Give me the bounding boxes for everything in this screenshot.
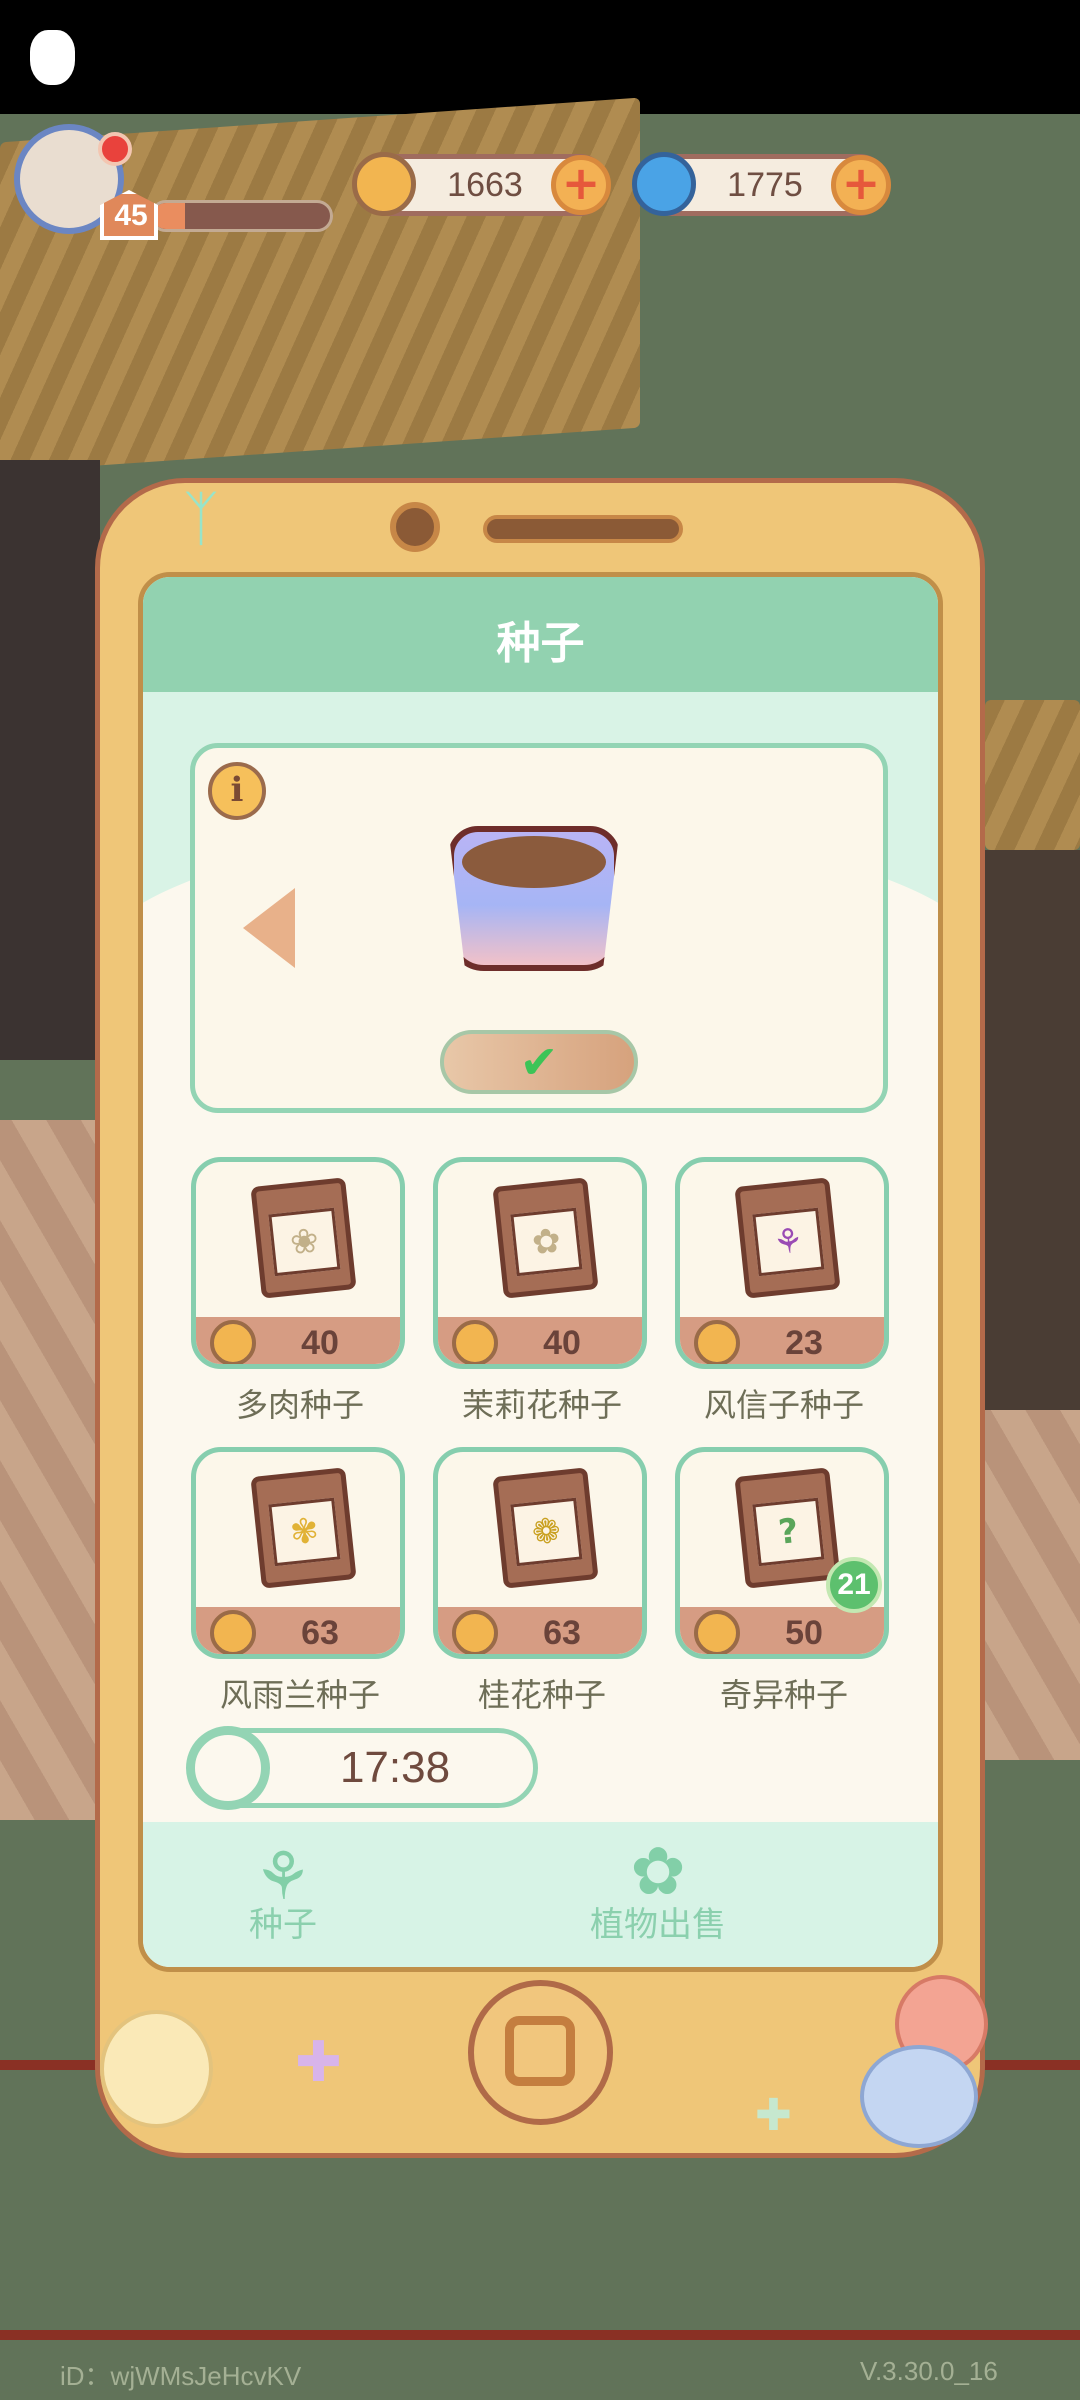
seed-packet: ❁ [492,1467,599,1589]
seed-name: 奇异种子 [719,1676,848,1714]
jasmine-flower-icon: ✿ [510,1207,583,1277]
timer-text: 17:38 [339,1743,451,1792]
rain-lily-flower-icon: ✾ [268,1497,341,1567]
roof-right [985,700,1080,850]
clover-decoration-icon: ✚ [295,2030,342,2095]
osmanthus-flower-icon: ❁ [510,1497,583,1567]
add-gems-button[interactable]: + [831,155,891,215]
wall-right [985,850,1080,1410]
clover-decoration-icon: ✚ [755,2090,792,2141]
seed-name: 风信子种子 [703,1386,864,1424]
camera-icon [390,502,440,552]
confirm-pot-button[interactable]: ✔ [440,1030,638,1094]
status-bar [0,0,1080,114]
seed-card-succulent[interactable]: ❀ 40 [191,1157,405,1369]
seed-card-jasmine[interactable]: ✿ 40 [433,1157,647,1369]
floor-right [985,1410,1080,1760]
rose-decoration [860,2045,978,2148]
rose-decoration [100,2010,213,2128]
coin-amount: 1663 [447,166,523,204]
info-icon[interactable]: i [208,762,266,820]
pot-soil [462,836,606,888]
seed-card-hyacinth[interactable]: ⚘ 23 [675,1157,889,1369]
seed-price: 23 [785,1324,823,1362]
seed-name: 风雨兰种子 [219,1676,380,1714]
seed-packet: ✿ [492,1177,599,1299]
seed-card-osmanthus[interactable]: ❁ 63 [433,1447,647,1659]
mystery-question-icon: ? [752,1497,825,1567]
coin-icon [452,1610,498,1654]
seed-card-mystery[interactable]: ? 50 [675,1447,889,1659]
coin-icon [210,1320,256,1364]
seed-name: 桂花种子 [477,1676,606,1714]
hyacinth-flower-icon: ⚘ [752,1207,825,1277]
floor-left [0,1120,100,1820]
notification-dot [98,132,132,166]
seed-packet: ❀ [250,1177,357,1299]
seed-price: 40 [543,1324,581,1362]
coin-icon [352,152,416,216]
coin-icon [694,1320,740,1364]
seed-packet: ⚘ [734,1177,841,1299]
swirl-gem-icon [632,152,696,216]
speaker-slot [483,515,683,543]
succulent-flower-icon: ❀ [268,1207,341,1277]
level-number: 45 [114,199,148,232]
coin-icon [452,1320,498,1364]
rabbit-face-icon [30,30,75,85]
seed-price: 50 [785,1614,823,1652]
previous-pot-arrow[interactable] [243,888,295,968]
coin-icon [694,1610,740,1654]
shelf-left [0,460,100,1060]
gem-amount: 1775 [727,166,803,204]
butterfly-icon: ᛉ [183,484,219,554]
bottom-tab-bar: ⚘ 种子 ✿ 植物出售 [143,1822,938,1967]
clock-icon [186,1726,270,1810]
seed-packet: ? [734,1467,841,1589]
home-square-icon [505,2016,575,2086]
page-title: 种子 [496,618,585,669]
xp-progress-bar [150,200,333,232]
seed-card-rain-lily[interactable]: ✾ 63 [191,1447,405,1659]
seed-price: 63 [543,1614,581,1652]
tab-plant-sale[interactable]: 植物出售 [558,1897,758,1946]
seed-packet: ✾ [250,1467,357,1589]
app-version: V.3.30.0_16 [860,2356,998,2386]
player-id: iD：wjWMsJeHcvKV [60,2361,302,2391]
coin-icon [210,1610,256,1654]
seed-name: 多肉种子 [235,1386,364,1424]
tab-seeds[interactable]: 种子 [183,1897,383,1946]
seed-name: 茉莉花种子 [461,1386,622,1424]
add-coins-button[interactable]: + [551,155,611,215]
seed-price: 63 [301,1614,339,1652]
seed-price: 40 [301,1324,339,1362]
owned-count-badge: 21 [826,1557,882,1613]
